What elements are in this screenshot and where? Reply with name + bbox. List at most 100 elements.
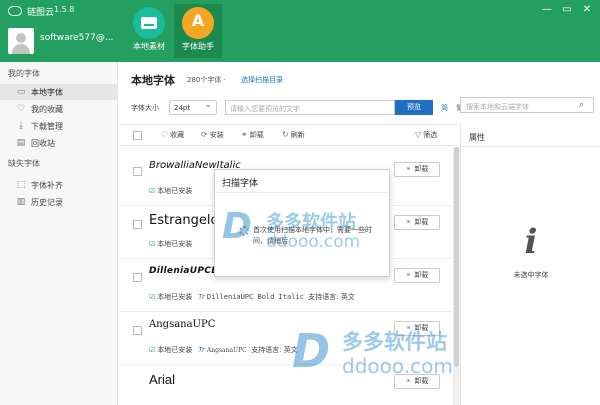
title-bar: 链图云 1.5.8 software577@... 本地素材 A 字体助手 — …: [0, 0, 600, 62]
link-icon: ⚭: [405, 377, 412, 385]
uninstall-font-button[interactable]: ⚭ 卸载: [394, 162, 440, 177]
refresh-icon: ↻: [282, 130, 289, 139]
link-icon: ⚭: [405, 218, 412, 226]
local-assets-icon-circle: [133, 7, 165, 39]
sidebar-item-history[interactable]: ▥ 历史记录: [0, 194, 118, 210]
app-name: 链图云: [27, 8, 55, 18]
sidebar-item-downloads[interactable]: ⤓ 下载管理: [0, 118, 118, 134]
uninstall-font-label: 卸载: [414, 218, 429, 226]
font-list-scrollbar[interactable]: [453, 147, 460, 405]
refresh-button[interactable]: ↻ 刷新: [282, 130, 305, 140]
sidebar-item-font-fill[interactable]: ⬚ 字体补齐: [0, 177, 118, 193]
sidebar: 我的字体 ▭ 本地字体 ♡ 我的收藏 ⤓ 下载管理 ▤ 回收站 缺失字体 ⬚ 字…: [0, 62, 118, 405]
sidebar-item-favorites[interactable]: ♡ 我的收藏: [0, 101, 118, 117]
app-version: 1.5.8: [54, 5, 75, 14]
sidebar-item-local-fonts[interactable]: ▭ 本地字体: [0, 84, 118, 100]
uninstall-font-button[interactable]: ⚭ 卸载: [394, 215, 440, 230]
font-size-value: 24pt: [174, 104, 191, 112]
sidebar-item-label: 我的收藏: [31, 105, 63, 114]
font-row-checkbox[interactable]: [133, 167, 142, 176]
link-icon: ⚭: [405, 165, 412, 173]
installed-check-icon: ☑: [149, 187, 156, 195]
font-language: 支持语言: 英文: [308, 293, 355, 301]
sidebar-item-label: 历史记录: [31, 198, 63, 207]
monitor-icon: ▭: [16, 87, 26, 97]
tab-font-helper-label: 字体助手: [182, 42, 214, 51]
minimize-button[interactable]: —: [540, 4, 554, 16]
link-icon: ⚭: [405, 271, 412, 279]
font-row[interactable]: Arial ⚭ 卸载: [119, 366, 460, 405]
heart-icon: ♡: [161, 130, 169, 139]
trash-icon: ▤: [16, 138, 26, 148]
font-row-checkbox[interactable]: [133, 220, 142, 229]
uninstall-font-button[interactable]: ⚭ 卸载: [394, 374, 440, 389]
attributes-divider: [461, 146, 600, 147]
font-row-checkbox[interactable]: [133, 326, 142, 335]
tab-font-helper[interactable]: A 字体助手: [174, 4, 222, 58]
uninstall-font-button[interactable]: ⚭ 卸载: [394, 321, 440, 336]
installed-check-icon: ☑: [149, 346, 156, 354]
font-a-icon: A: [191, 11, 205, 30]
favorite-button[interactable]: ♡ 收藏: [161, 130, 184, 140]
uninstall-button[interactable]: ⚭ 卸载: [241, 130, 264, 140]
install-button[interactable]: ⟳ 安装: [201, 130, 224, 140]
install-label: 安装: [209, 131, 224, 139]
sidebar-item-label: 本地字体: [31, 88, 63, 97]
scan-fonts-dialog: 扫描字体 首次使用扫描本地字体中，需要一些时间，请稍后: [214, 169, 390, 277]
attributes-title: 属性: [469, 133, 485, 142]
uninstall-font-label: 卸载: [414, 377, 429, 385]
font-meta: ☑ 本地已安装 Tr AngsanaUPC 支持语言: 英文: [149, 345, 298, 355]
loading-spinner-icon: [239, 226, 249, 236]
scrollbar-thumb[interactable]: [454, 147, 459, 367]
window-controls: — ▭ ✕: [540, 4, 594, 16]
preview-text-input[interactable]: 请输入您要预览的文字: [225, 100, 395, 115]
refresh-label: 刷新: [290, 131, 305, 139]
user-name[interactable]: software577@...: [40, 33, 113, 43]
truetype-icon: Tr: [198, 293, 205, 301]
font-row-checkbox[interactable]: [133, 273, 142, 282]
font-meta: ☑ 本地已安装: [149, 186, 192, 196]
font-meta: ☑ 本地已安装 Tr DilleniaUPC Bold Italic 支持语言: 英文: [149, 292, 355, 302]
font-size-label: 字体大小: [131, 104, 159, 112]
tab-local-assets[interactable]: 本地素材: [125, 4, 173, 58]
link-icon: ⚭: [405, 324, 412, 332]
font-status: 本地已安装: [157, 187, 193, 195]
filter-icon: ▽: [415, 130, 422, 139]
cloud-logo-icon: [8, 6, 22, 16]
installed-check-icon: ☑: [149, 240, 156, 248]
no-font-selected-text: 未选中字体: [513, 271, 549, 279]
install-icon: ⟳: [201, 130, 208, 139]
attributes-panel: 属性 i 未选中字体: [460, 124, 600, 405]
font-row[interactable]: AngsanaUPC ☑ 本地已安装 Tr AngsanaUPC 支持语言: 英文 ⚭…: [119, 313, 460, 365]
font-count: 280个字体 ·: [187, 76, 226, 84]
restore-button[interactable]: ▭: [560, 4, 574, 16]
info-icon: i: [524, 222, 538, 262]
select-scan-dir-link[interactable]: 选择扫描目录: [241, 75, 283, 85]
font-search-input[interactable]: 搜索本地和云端字体 ⌕: [460, 97, 594, 113]
filter-label: 筛选: [423, 131, 438, 139]
heart-icon: ♡: [16, 104, 26, 114]
installed-check-icon: ☑: [149, 293, 156, 301]
preview-button[interactable]: 预览: [395, 100, 433, 115]
uninstall-font-label: 卸载: [414, 165, 429, 173]
select-all-checkbox[interactable]: [133, 131, 142, 140]
action-bar: ♡ 收藏 ⟳ 安装 ⚭ 卸载 ↻ 刷新 ▽ 筛选: [119, 124, 460, 146]
dialog-message: 首次使用扫描本地字体中，需要一些时间，请稍后: [253, 226, 372, 245]
font-status: 本地已安装: [157, 240, 193, 248]
uninstall-font-button[interactable]: ⚭ 卸载: [394, 268, 440, 283]
font-size-select[interactable]: 24pt: [169, 100, 217, 115]
sidebar-item-label: 下载管理: [31, 122, 63, 131]
filter-button[interactable]: ▽ 筛选: [415, 130, 437, 140]
link-icon: ⚭: [241, 130, 248, 139]
search-icon[interactable]: ⌕: [579, 100, 589, 110]
font-name: AngsanaUPC: [149, 319, 216, 330]
sidebar-item-recycle-bin[interactable]: ▤ 回收站: [0, 135, 118, 151]
font-name: Arial: [149, 372, 176, 387]
dialog-title: 扫描字体: [222, 179, 259, 189]
font-family-name: AngsanaUPC: [206, 347, 247, 354]
avatar[interactable]: [8, 28, 34, 54]
uninstall-label: 卸载: [249, 131, 264, 139]
close-button[interactable]: ✕: [580, 4, 594, 16]
dialog-divider: [215, 192, 389, 193]
simplified-toggle[interactable]: 简: [441, 104, 448, 112]
